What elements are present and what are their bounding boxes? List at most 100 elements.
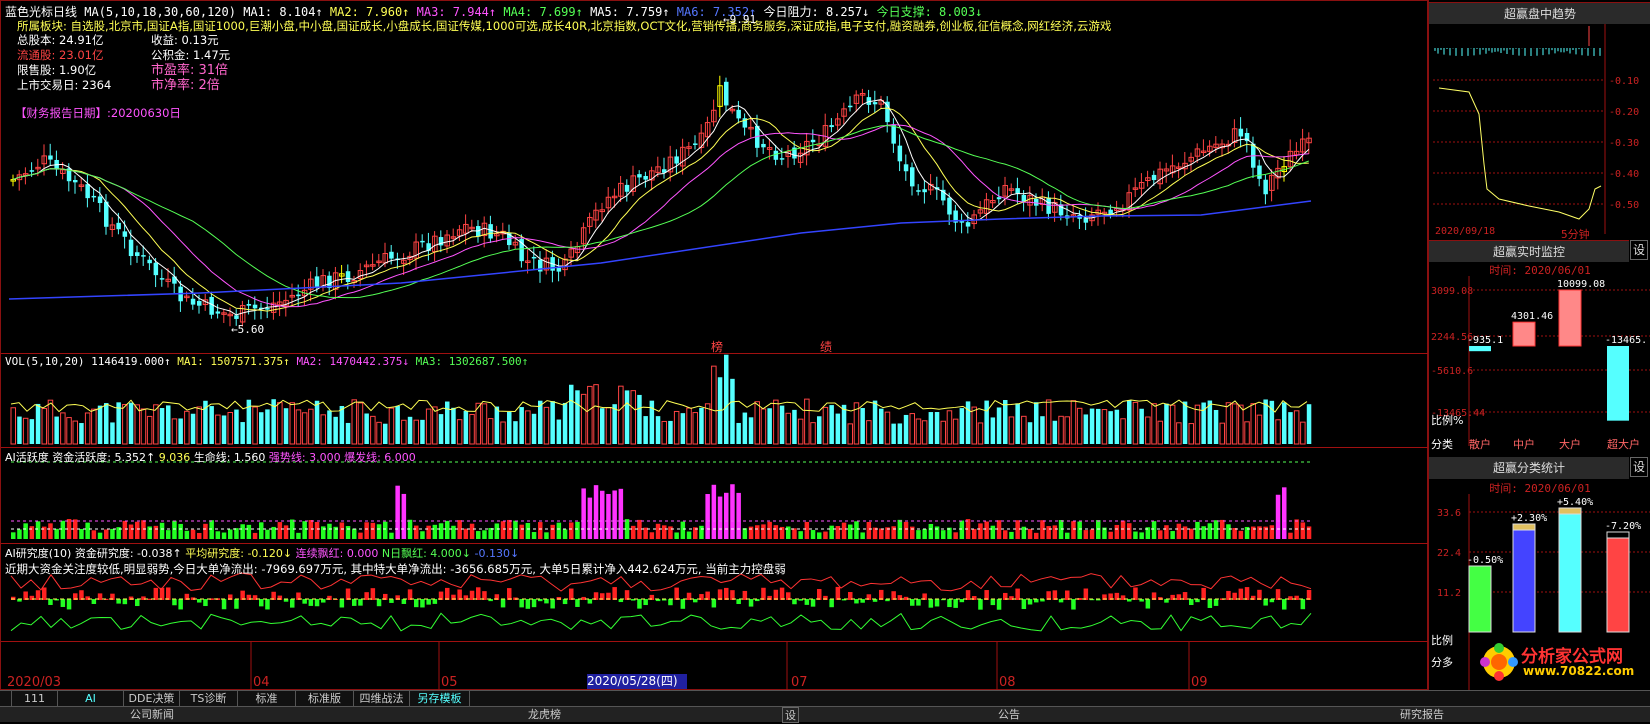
tab-ai[interactable]: AI <box>58 691 124 707</box>
research-bar <box>414 599 419 608</box>
vol-ma2: MA2: 1470442.375↓ <box>296 355 410 368</box>
volume-bar <box>1225 402 1232 445</box>
activity-bar <box>184 530 190 539</box>
activity-bar <box>531 532 537 539</box>
activity-bar <box>122 520 128 539</box>
research-bar <box>643 599 648 606</box>
tab-standard[interactable]: 标准 <box>238 691 296 707</box>
class-settings-button[interactable]: 设 <box>1630 457 1648 477</box>
monitor-bar <box>1558 289 1582 347</box>
research-bar <box>500 599 506 608</box>
volume-bar <box>760 408 767 445</box>
activity-bar <box>1207 523 1213 539</box>
research-report-tab[interactable]: 研究报告 <box>1400 707 1444 723</box>
activity-bar <box>1151 521 1157 539</box>
volume-bar <box>593 384 599 445</box>
candle-body <box>420 240 425 243</box>
volume-bar <box>1244 421 1250 445</box>
tab-0[interactable] <box>0 691 12 707</box>
volume-bar <box>1213 409 1219 444</box>
activity-bar <box>538 522 543 539</box>
activity-bar <box>717 496 723 539</box>
volume-bar <box>184 410 190 445</box>
research-bar <box>1027 599 1033 605</box>
volume-bar <box>339 405 345 444</box>
research-bar <box>389 599 394 603</box>
candle-body <box>674 156 679 164</box>
candle-body <box>643 175 648 180</box>
activity-bar <box>953 532 958 539</box>
company-news-tab[interactable]: 公司新闻 <box>130 707 174 723</box>
candle-body <box>122 231 128 237</box>
monitor-bar-label: 4301.46 <box>1511 311 1553 322</box>
dragon-tiger-tab[interactable]: 龙虎榜 <box>528 707 561 723</box>
ma-line <box>8 200 1312 300</box>
candle-body <box>91 195 97 198</box>
volume-bar <box>221 415 227 444</box>
volume-bar <box>569 384 574 444</box>
class-bar-cap <box>1512 523 1536 531</box>
volume-bar <box>1288 412 1293 444</box>
tab-dde[interactable]: DDE决策 <box>124 691 180 707</box>
tab-standard-edition[interactable]: 标准版 <box>296 691 354 707</box>
activity-bar <box>395 485 400 539</box>
research-bar <box>352 599 357 606</box>
volume-bar <box>289 402 295 445</box>
tab-4d[interactable]: 四维战法 <box>354 691 410 707</box>
bottom-settings-button[interactable]: 设 <box>782 707 799 723</box>
research-bar <box>978 599 983 610</box>
research-bar <box>1275 589 1281 600</box>
activity-bar <box>153 525 159 539</box>
activity-bar <box>141 520 146 539</box>
volume-bar <box>977 422 984 445</box>
volume-bar <box>1306 404 1312 444</box>
activity-bar <box>1226 524 1231 539</box>
activity-bar <box>903 521 909 539</box>
volume-bar <box>1108 411 1113 444</box>
volume-bar <box>104 403 109 444</box>
volume-bar <box>1101 409 1108 445</box>
monitor-bar-label: -13465. <box>1605 335 1647 346</box>
research-bar <box>1213 599 1219 606</box>
research-bar <box>860 599 865 603</box>
volume-bar <box>234 409 239 444</box>
research-bar <box>773 589 779 600</box>
monitor-bar <box>1512 321 1536 347</box>
volume-bar <box>630 390 636 445</box>
candle-body <box>531 256 537 259</box>
tab-ts[interactable]: TS诊断 <box>180 691 238 707</box>
activity-bar <box>197 532 202 539</box>
research-bar <box>612 587 617 600</box>
monitor-settings-button[interactable]: 设 <box>1630 240 1648 260</box>
watermark-logo-icon <box>1480 643 1518 681</box>
volume-bar <box>413 419 419 445</box>
volume-bar <box>748 417 754 444</box>
volume-bar <box>110 422 115 444</box>
volume-bar <box>41 408 47 445</box>
volume-bar <box>1132 401 1139 445</box>
volume-bar <box>283 408 289 444</box>
candle-body <box>724 81 729 106</box>
activity-bar <box>91 530 97 539</box>
candle-body <box>246 304 252 306</box>
activity-bar <box>996 520 1002 539</box>
research-bar <box>116 599 121 604</box>
activity-bar <box>1071 521 1076 539</box>
volume-bar <box>946 410 953 445</box>
activity-bar <box>786 526 791 539</box>
monitor-bar <box>1607 346 1629 421</box>
volume-bar <box>1238 404 1244 445</box>
tab-save-template[interactable]: 另存模板 <box>410 691 470 707</box>
activity-bar <box>792 528 797 539</box>
volume-bar <box>451 407 456 444</box>
activity-bar <box>314 521 320 539</box>
research-comment: 近期大资金关注度较低,明显弱势,今日大单净流出: -7969.697万元, 其中… <box>5 562 786 576</box>
monitor-title: 超赢实时监控 <box>1429 240 1629 262</box>
volume-bar <box>1139 408 1144 444</box>
activity-bar <box>128 524 134 539</box>
volume-bar <box>10 407 16 445</box>
research-bar <box>779 587 785 600</box>
announcement-tab[interactable]: 公告 <box>998 707 1020 723</box>
tab-111[interactable]: 111 <box>12 691 58 707</box>
candle-body <box>314 276 320 287</box>
